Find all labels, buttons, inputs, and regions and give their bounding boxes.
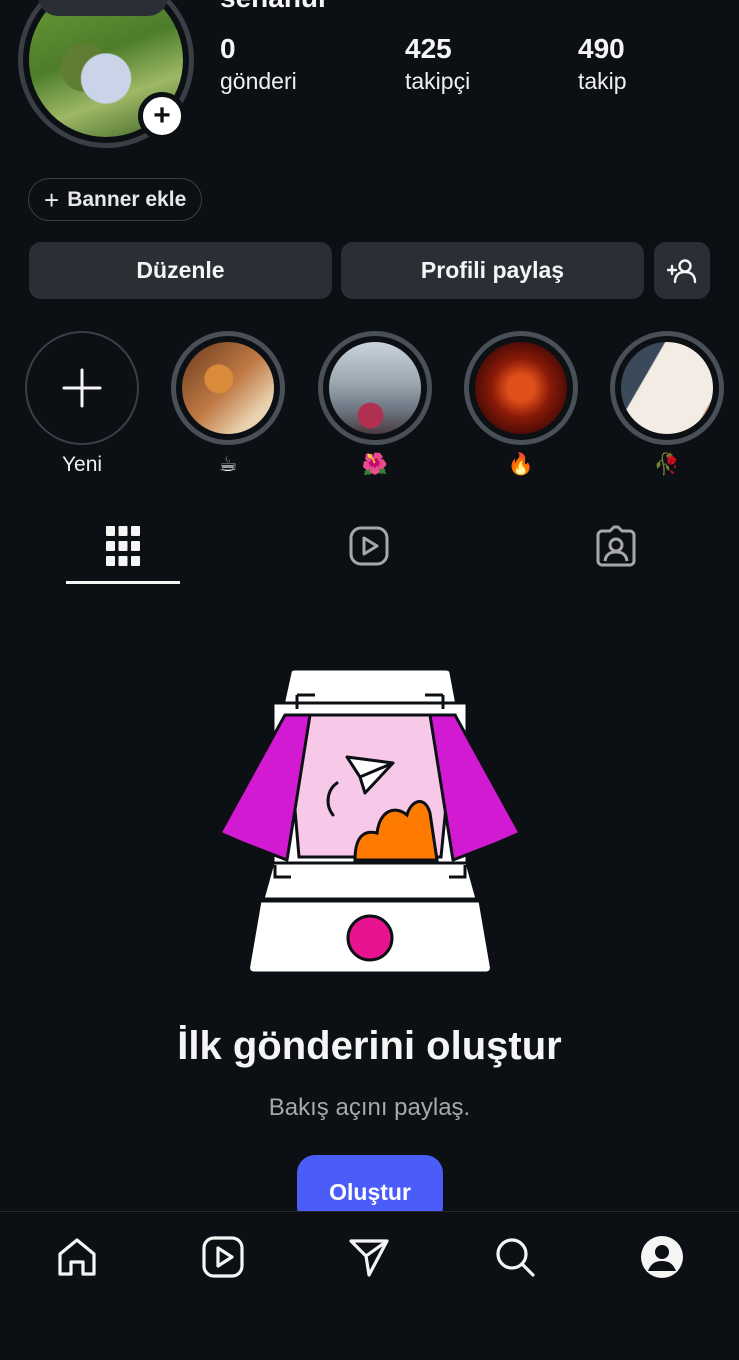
plus-icon: + (153, 99, 171, 132)
reels-icon (349, 526, 389, 566)
tab-reels[interactable] (339, 520, 399, 572)
stat-followers-count: 425 (405, 33, 452, 64)
stat-followers[interactable]: 425 takipçi (405, 32, 470, 96)
stat-posts-label: gönderi (220, 68, 297, 94)
highlight-thumbnail (475, 342, 567, 434)
highlight-new[interactable]: Yeni (25, 331, 139, 479)
add-story-button[interactable]: + (138, 92, 186, 140)
nav-search[interactable] (490, 1232, 540, 1282)
highlight-label: 🥀 (653, 453, 681, 476)
highlight-ring (464, 331, 578, 445)
highlight-new-ring (25, 331, 139, 445)
plus-icon (62, 368, 102, 408)
bottom-navigation (0, 1211, 739, 1360)
nav-reels[interactable] (198, 1232, 248, 1282)
nav-home[interactable] (52, 1232, 102, 1282)
highlight-ring (610, 331, 724, 445)
share-profile-button[interactable]: Profili paylaş (341, 242, 644, 299)
edit-profile-button[interactable]: Düzenle (29, 242, 332, 299)
stat-posts[interactable]: 0 gönderi (220, 32, 297, 96)
camera-illustration (218, 667, 522, 975)
stat-posts-count: 0 (220, 33, 236, 64)
highlight-label: 🔥 (507, 453, 535, 476)
add-person-icon (667, 258, 697, 283)
highlight-label: Yeni (61, 453, 103, 476)
tagged-icon (596, 525, 636, 567)
stat-following-count: 490 (578, 33, 625, 64)
share-profile-label: Profili paylaş (420, 257, 565, 283)
stat-following[interactable]: 490 takip (578, 32, 627, 96)
send-icon (349, 1239, 389, 1277)
highlight-thumbnail (329, 342, 421, 434)
add-banner-label: Banner ekle (67, 187, 187, 211)
add-banner-button[interactable]: + Banner ekle (28, 178, 203, 221)
profile-icon (641, 1236, 683, 1278)
tab-tagged[interactable] (586, 520, 646, 572)
home-icon (58, 1238, 96, 1276)
highlight-item[interactable]: 🌺 (318, 331, 432, 479)
highlight-item[interactable]: ☕ (171, 331, 285, 479)
stat-following-label: takip (578, 68, 627, 94)
nav-profile[interactable] (637, 1232, 687, 1282)
highlight-label: 🌺 (361, 453, 389, 476)
stat-followers-label: takipçi (405, 68, 471, 94)
nav-messages[interactable] (344, 1232, 394, 1282)
active-tab-indicator (66, 581, 180, 584)
highlight-label: ☕ (218, 453, 238, 476)
highlight-item[interactable]: 🥀 (610, 331, 724, 479)
search-icon (496, 1238, 535, 1277)
tab-posts-grid[interactable] (93, 520, 153, 572)
username: sehanur (220, 0, 329, 14)
highlight-thumbnail (182, 342, 274, 434)
empty-state-title: İlk gönderini oluştur (177, 1024, 562, 1068)
empty-state-subtitle: Bakış açını paylaş. (268, 1094, 471, 1121)
edit-profile-label: Düzenle (136, 257, 225, 283)
highlight-ring (318, 331, 432, 445)
highlight-item[interactable]: 🔥 (464, 331, 578, 479)
avatar-note-bubble[interactable] (38, 0, 168, 16)
reels-icon (202, 1236, 244, 1278)
highlight-thumbnail (621, 342, 713, 434)
plus-icon: + (44, 184, 60, 215)
highlight-ring (171, 331, 285, 445)
discover-people-button[interactable] (654, 242, 710, 299)
grid-icon (106, 526, 140, 566)
